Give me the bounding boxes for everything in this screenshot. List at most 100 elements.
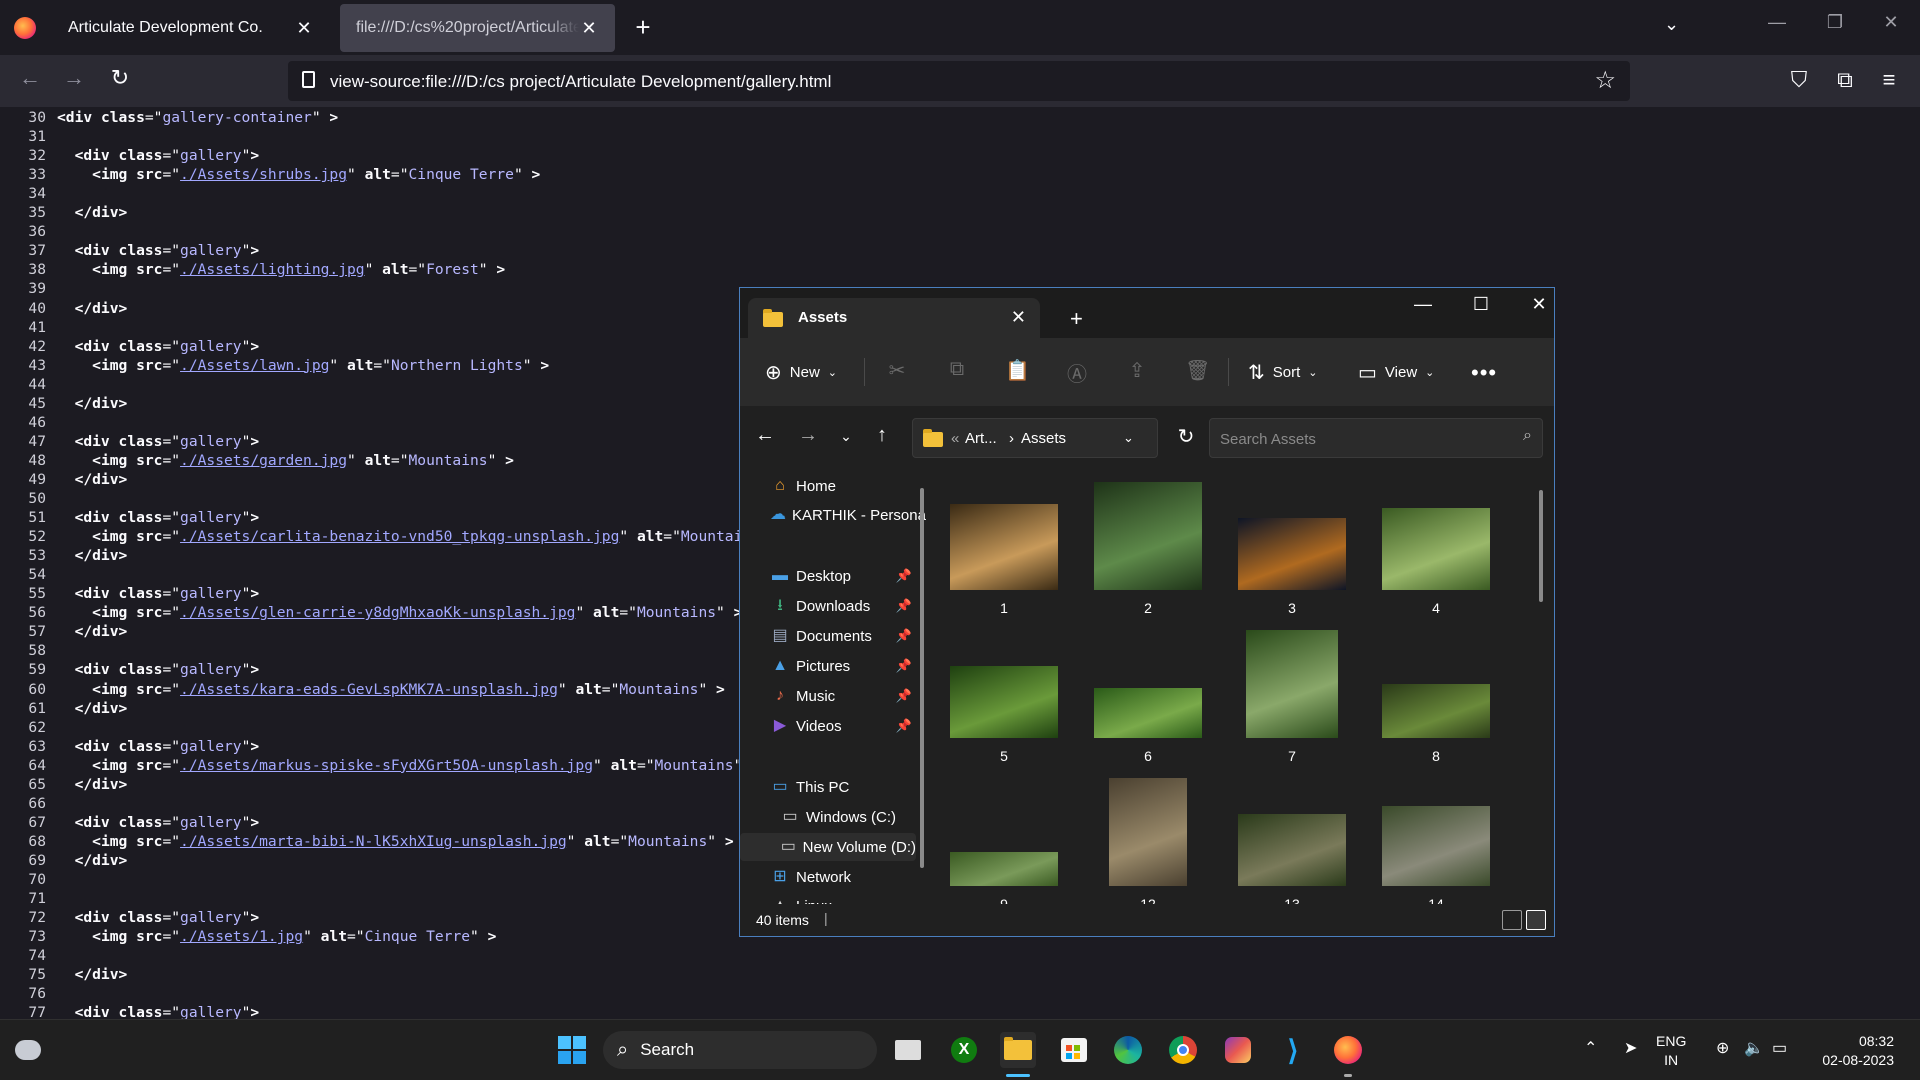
nav-item[interactable]: ▤ Documents 📌 xyxy=(740,622,916,650)
nav-item[interactable]: ▲ Pictures 📌 xyxy=(740,652,916,680)
explorer-close-button[interactable]: ✕ xyxy=(1524,294,1554,315)
file-item[interactable]: 5 xyxy=(939,626,1069,766)
file-item[interactable]: 9 xyxy=(939,774,1069,904)
sort-button[interactable]: ⇅ Sort ⌄ xyxy=(1248,360,1318,385)
volume-icon[interactable]: 🔈 xyxy=(1744,1038,1764,1058)
refresh-icon[interactable]: ↻ xyxy=(1173,424,1199,449)
file-item[interactable]: 2 xyxy=(1083,478,1213,618)
back-icon[interactable]: ← xyxy=(752,424,778,447)
explorer-new-tab-button[interactable]: + xyxy=(1070,306,1083,332)
explorer-minimize-button[interactable]: — xyxy=(1408,294,1438,315)
breadcrumb-parent[interactable]: Art... xyxy=(965,430,997,447)
source-link[interactable]: ./Assets/1.jpg xyxy=(180,928,303,945)
nav-item[interactable]: ⊞ Network xyxy=(740,863,916,891)
file-explorer-icon[interactable] xyxy=(1000,1032,1036,1068)
source-link[interactable]: ./Assets/marta-bibi-N-lK5xhXIug-unsplash… xyxy=(180,833,567,850)
forward-icon[interactable]: → xyxy=(795,424,821,447)
paste-icon[interactable]: 📋 xyxy=(1005,358,1030,383)
chrome-icon[interactable] xyxy=(1165,1032,1201,1068)
more-options-icon[interactable]: ••• xyxy=(1471,360,1497,386)
microsoft-store-icon[interactable] xyxy=(1056,1032,1092,1068)
nav-item[interactable]: ▭ Windows (C:) xyxy=(740,803,916,831)
details-view-button[interactable] xyxy=(1502,910,1522,930)
file-grid-scrollbar[interactable] xyxy=(1539,490,1543,602)
edge-icon[interactable] xyxy=(1110,1032,1146,1068)
pocket-icon[interactable]: ⛉ xyxy=(1784,67,1814,93)
file-item[interactable]: 7 xyxy=(1227,626,1357,766)
close-icon[interactable]: ✕ xyxy=(294,18,314,39)
weather-icon[interactable] xyxy=(10,1032,46,1068)
explorer-maximize-button[interactable]: ☐ xyxy=(1466,294,1496,315)
nav-item[interactable]: ☁ KARTHIK - Personal xyxy=(740,501,926,529)
nav-item[interactable]: ⭳ Downloads 📌 xyxy=(740,592,916,620)
view-button[interactable]: ▭ View ⌄ xyxy=(1358,360,1434,385)
restore-button[interactable]: ❐ xyxy=(1820,12,1850,33)
bookmark-star-icon[interactable]: ☆ xyxy=(1594,66,1616,95)
nav-item[interactable]: ▲Linux xyxy=(740,892,916,904)
nav-item[interactable]: ▬ Desktop 📌 xyxy=(740,562,916,590)
search-box[interactable]: ⌕ xyxy=(1209,418,1543,458)
tab-articulate[interactable]: Articulate Development Co. ✕ xyxy=(52,4,330,52)
back-icon[interactable]: ← xyxy=(14,65,46,91)
file-item[interactable]: 12 xyxy=(1083,774,1213,904)
clock[interactable]: 08:32 02-08-2023 xyxy=(1804,1032,1894,1070)
chevron-down-icon[interactable]: ⌄ xyxy=(1123,430,1134,446)
rename-icon[interactable]: Ⓐ xyxy=(1065,358,1089,387)
new-button[interactable]: ⊕ New ⌄ xyxy=(765,360,837,385)
nav-item[interactable]: ▶ Videos 📌 xyxy=(740,712,916,740)
url-bar[interactable]: view-source:file:///D:/cs project/Articu… xyxy=(288,61,1630,101)
battery-icon[interactable]: ▭ xyxy=(1772,1038,1787,1058)
cut-icon[interactable]: ✂ xyxy=(885,358,909,383)
url-text[interactable]: view-source:file:///D:/cs project/Articu… xyxy=(330,72,831,92)
language-indicator[interactable]: ENG IN xyxy=(1656,1032,1686,1070)
instagram-icon[interactable] xyxy=(1220,1032,1256,1068)
delete-icon[interactable]: 🗑 xyxy=(1185,358,1210,383)
list-all-tabs-button[interactable]: ⌄ xyxy=(1664,14,1679,35)
nav-item[interactable]: ▭ This PC xyxy=(740,773,916,801)
nav-item[interactable]: ▭ New Volume (D:) xyxy=(740,833,916,861)
source-link[interactable]: ./Assets/lighting.jpg xyxy=(180,261,365,278)
file-item[interactable]: 8 xyxy=(1371,626,1501,766)
address-bar[interactable]: « Art... › Assets ⌄ xyxy=(912,418,1158,458)
show-hidden-icons[interactable]: ⌃ xyxy=(1584,1038,1597,1058)
up-icon[interactable]: ↑ xyxy=(869,424,895,447)
source-link[interactable]: ./Assets/lawn.jpg xyxy=(180,357,329,374)
source-link[interactable]: ./Assets/carlita-benazito-vnd50_tpkqg-un… xyxy=(180,528,619,545)
xbox-icon[interactable]: X xyxy=(946,1032,982,1068)
source-link[interactable]: ./Assets/shrubs.jpg xyxy=(180,166,347,183)
copy-icon[interactable]: ⧉ xyxy=(945,358,969,381)
close-window-button[interactable]: ✕ xyxy=(1876,12,1906,33)
task-view-icon[interactable] xyxy=(890,1032,926,1068)
file-item[interactable]: 6 xyxy=(1083,626,1213,766)
menu-icon[interactable]: ≡ xyxy=(1874,67,1904,93)
file-item[interactable]: 14 xyxy=(1371,774,1501,904)
recent-locations-icon[interactable]: ⌄ xyxy=(833,428,859,445)
nav-item[interactable]: ♪ Music 📌 xyxy=(740,682,916,710)
source-link[interactable]: ./Assets/garden.jpg xyxy=(180,452,347,469)
vscode-icon[interactable]: ⟩ xyxy=(1275,1032,1311,1068)
firefox-icon[interactable] xyxy=(14,17,36,39)
share-icon[interactable]: ⇪ xyxy=(1125,358,1149,383)
nav-item[interactable]: ⌂ Home xyxy=(740,472,916,500)
firefox-icon[interactable] xyxy=(1330,1032,1366,1068)
minimize-button[interactable]: — xyxy=(1762,12,1792,33)
large-icons-view-button[interactable] xyxy=(1526,910,1546,930)
tab-view-source[interactable]: file:///D:/cs%20project/Articulate%20Dev… xyxy=(340,4,615,52)
taskbar-search[interactable]: ⌕ Search xyxy=(603,1031,877,1069)
close-icon[interactable]: ✕ xyxy=(1011,307,1026,328)
source-link[interactable]: ./Assets/markus-spiske-sFydXGrt5OA-unspl… xyxy=(180,757,593,774)
breadcrumb-current[interactable]: Assets xyxy=(1021,430,1066,447)
new-tab-button[interactable]: + xyxy=(628,12,658,43)
start-icon[interactable] xyxy=(554,1032,590,1068)
location-icon[interactable]: ➤ xyxy=(1624,1038,1637,1058)
search-input[interactable] xyxy=(1218,427,1502,451)
source-link[interactable]: ./Assets/glen-carrie-y8dgMhxaoKk-unsplas… xyxy=(180,604,575,621)
file-item[interactable]: 3 xyxy=(1227,478,1357,618)
forward-icon[interactable]: → xyxy=(58,65,90,91)
file-item[interactable]: 4 xyxy=(1371,478,1501,618)
explorer-tab-assets[interactable]: Assets ✕ xyxy=(748,298,1040,338)
source-link[interactable]: ./Assets/kara-eads-GevLspKMK7A-unsplash.… xyxy=(180,681,558,698)
extensions-icon[interactable]: ⧉ xyxy=(1830,67,1860,93)
file-item[interactable]: 13 xyxy=(1227,774,1357,904)
reload-icon[interactable]: ↻ xyxy=(104,65,136,91)
